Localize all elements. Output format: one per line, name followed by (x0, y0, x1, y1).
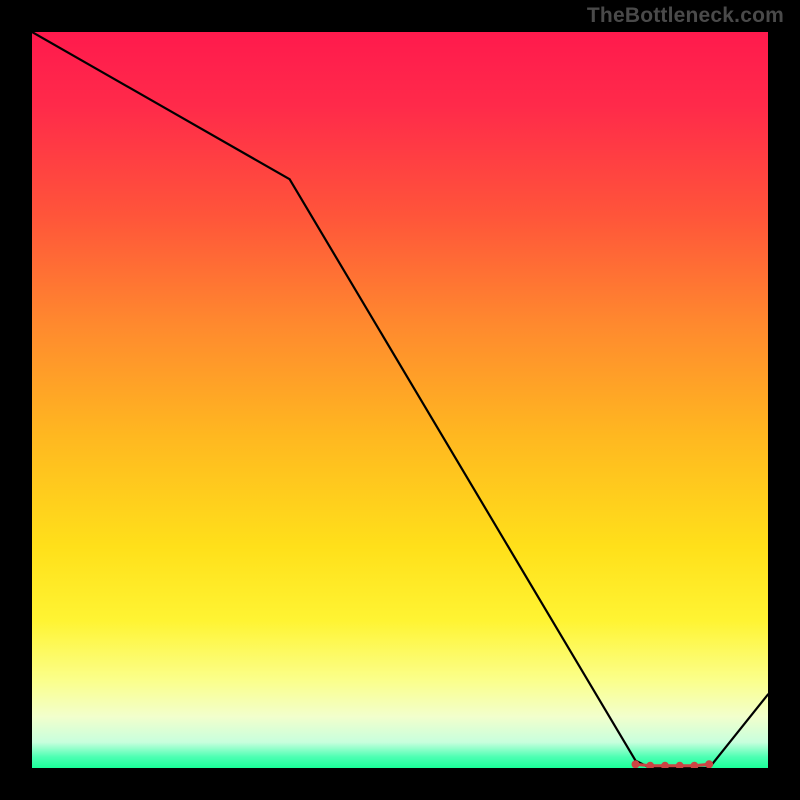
highlight-point (632, 760, 640, 768)
bottleneck-curve (32, 32, 768, 768)
plot-area (32, 32, 768, 768)
optimal-range-markers (632, 760, 714, 768)
highlight-point (690, 762, 698, 768)
highlight-point (646, 762, 654, 768)
chart-container: TheBottleneck.com (0, 0, 800, 800)
chart-overlay (32, 32, 768, 768)
highlight-point (661, 762, 669, 768)
highlight-point (705, 760, 713, 768)
watermark-label: TheBottleneck.com (587, 4, 784, 28)
highlight-point (676, 762, 684, 768)
